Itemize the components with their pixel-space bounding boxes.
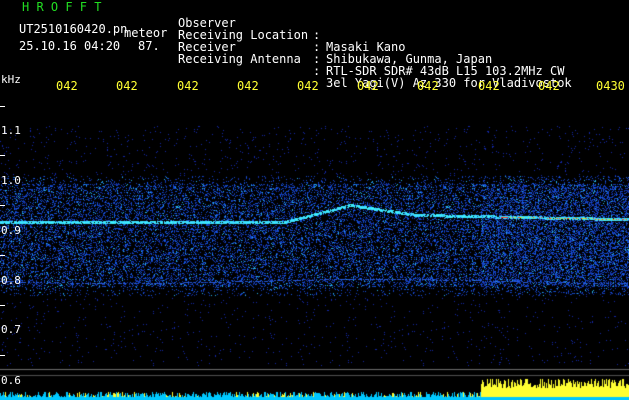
- time-tick: 042: [56, 79, 78, 93]
- freq-tick: [0, 305, 5, 306]
- freq-label: 1.1: [1, 124, 21, 137]
- time-tick: 042: [116, 79, 138, 93]
- hrofft-logo: H R O F F T: [22, 0, 102, 14]
- freq-label: 0.9: [1, 224, 21, 237]
- freq-tick: [0, 106, 5, 107]
- time-tick: 042: [357, 79, 379, 93]
- time-tick: 042: [478, 79, 500, 93]
- freq-tick: [0, 205, 5, 206]
- frequency-unit-label: kHz: [1, 73, 21, 86]
- filename-label: UT2510160420.pn: [19, 22, 128, 36]
- freq-label: 1.0: [1, 174, 21, 187]
- freq-label: 0.7: [1, 323, 21, 336]
- freq-label: 0.8: [1, 274, 21, 287]
- freq-tick: [0, 355, 5, 356]
- time-tick: 042: [177, 79, 199, 93]
- time-tick: 042: [538, 79, 560, 93]
- time-tick: 042: [237, 79, 259, 93]
- freq-label: 0.6: [1, 374, 21, 387]
- time-tick: 042: [417, 79, 439, 93]
- meteor-tag: meteor: [124, 26, 168, 40]
- count-label: 87.: [138, 39, 160, 53]
- freq-tick: [0, 255, 5, 256]
- hrofft-screen: H R O F F T UT2510160420.pn meteor 25.10…: [0, 0, 629, 400]
- datetime-label: 25.10.16 04:20: [19, 39, 121, 53]
- time-tick: 042: [297, 79, 319, 93]
- freq-tick: [0, 155, 5, 156]
- time-tick-last: 0430: [596, 79, 625, 93]
- spectrogram: [0, 96, 629, 400]
